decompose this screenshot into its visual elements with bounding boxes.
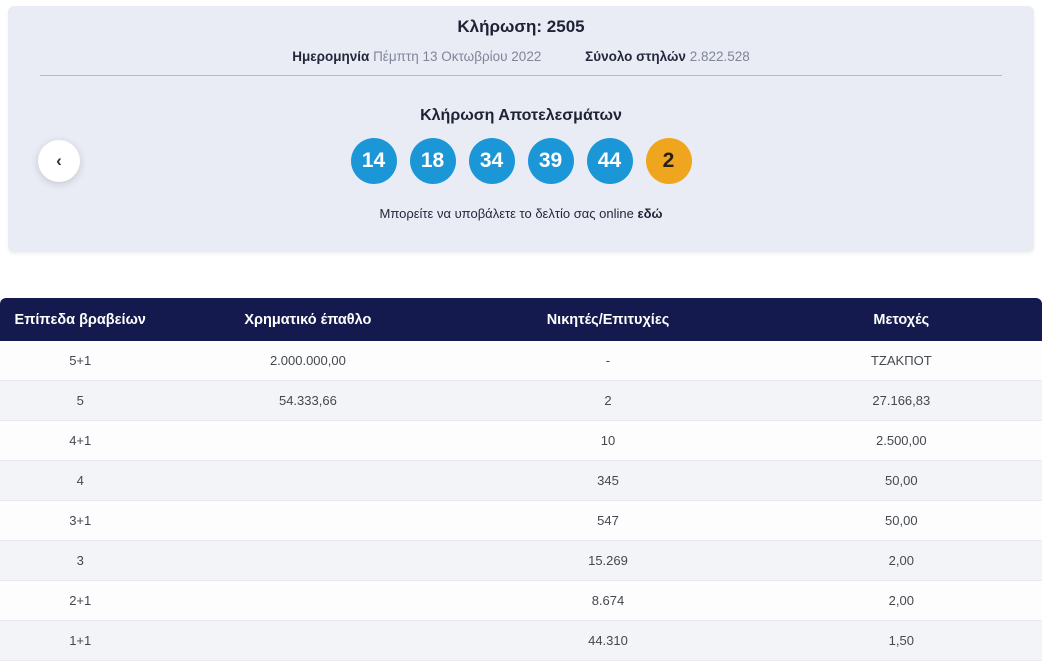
cell-shares: 2,00 [888, 553, 914, 568]
cell-shares: ΤΖΑΚΠΟΤ [870, 353, 932, 368]
carousel-prev-button[interactable]: ‹ [38, 140, 80, 182]
ball-bonus: 2 [645, 138, 692, 184]
cell-winners: 2 [604, 393, 612, 408]
results-title: Κλήρωση Αποτελεσμάτων [420, 107, 622, 124]
cell-winners: 345 [597, 473, 619, 488]
cell-shares: 2,00 [888, 593, 914, 608]
cell-winners: 547 [597, 513, 619, 528]
table-row: 5+1 2.000.000,00 - ΤΖΑΚΠΟΤ [0, 341, 1042, 381]
cell-winners: - [605, 353, 611, 368]
column-header-prize: Χρηματικό έπαθλο [160, 298, 456, 341]
draw-title: Κλήρωση: 2505 [8, 16, 1034, 38]
cell-prize [160, 501, 455, 541]
ball-number-2: 18 [409, 138, 456, 184]
table-row: 5 54.333,66 2 27.166,83 [0, 380, 1042, 421]
cell-level: 3+1 [69, 513, 92, 528]
cell-winners: 15.269 [588, 553, 628, 568]
prizes-table-header: Επίπεδα βραβείων Χρηματικό έπαθλο Νικητέ… [0, 298, 1042, 341]
cell-shares: 2.500,00 [876, 433, 927, 448]
submit-note-link[interactable]: εδώ [637, 206, 662, 221]
cell-shares: 1,50 [888, 633, 914, 648]
cell-shares: 50,00 [885, 473, 918, 488]
total-columns-value: 2.822.528 [689, 49, 750, 64]
table-row: 1+1 44.310 1,50 [0, 620, 1042, 661]
submit-note: Μπορείτε να υποβάλετε το δελτίο σας onli… [8, 206, 1034, 222]
winning-numbers: 14 18 34 39 44 2 [8, 138, 1034, 184]
total-columns-label: Σύνολο στηλών [585, 49, 686, 64]
prizes-table-wrap: Επίπεδα βραβείων Χρηματικό έπαθλο Νικητέ… [0, 298, 1042, 661]
draw-summary-card: Κλήρωση: 2505 Ημερομηνία Πέμπτη 13 Οκτωβ… [8, 6, 1034, 252]
cell-prize: 2.000.000,00 [269, 353, 346, 368]
card-divider [40, 75, 1002, 76]
table-row: 4 345 50,00 [0, 460, 1042, 501]
cell-level: 4 [76, 473, 84, 488]
lottery-results-page: Κλήρωση: 2505 Ημερομηνία Πέμπτη 13 Οκτωβ… [0, 0, 1042, 663]
cell-winners: 10 [600, 433, 616, 448]
table-row: 3+1 547 50,00 [0, 500, 1042, 541]
table-row: 3 15.269 2,00 [0, 540, 1042, 581]
column-header-shares: Μετοχές [760, 298, 1042, 341]
prizes-table-body: 5+1 2.000.000,00 - ΤΖΑΚΠΟΤ 5 54.333,66 2… [0, 341, 1042, 661]
cell-level: 4+1 [69, 433, 92, 448]
cell-prize [160, 581, 455, 621]
table-row: 4+1 10 2.500,00 [0, 420, 1042, 461]
ball-number-5: 44 [586, 138, 633, 184]
cell-prize: 54.333,66 [278, 393, 337, 408]
draw-date-label: Ημερομηνία [292, 49, 370, 64]
ball-number-1: 14 [350, 138, 397, 184]
cell-level: 5 [76, 393, 84, 408]
chevron-left-icon: ‹ [56, 150, 62, 170]
ball-number-3: 34 [468, 138, 515, 184]
cell-level: 2+1 [69, 593, 92, 608]
submit-note-text: Μπορείτε να υποβάλετε το δελτίο σας onli… [379, 206, 634, 221]
cell-winners: 44.310 [588, 633, 628, 648]
draw-number: 2505 [546, 17, 585, 36]
total-columns: Σύνολο στηλών 2.822.528 [585, 48, 750, 66]
cell-prize [160, 461, 455, 501]
table-row: 2+1 8.674 2,00 [0, 580, 1042, 621]
cell-prize [160, 621, 455, 661]
prizes-table: Επίπεδα βραβείων Χρηματικό έπαθλο Νικητέ… [0, 298, 1042, 661]
ball-number-4: 39 [527, 138, 574, 184]
cell-shares: 50,00 [885, 513, 918, 528]
cell-level: 3 [76, 553, 84, 568]
column-header-winners: Νικητές/Επιτυχίες [455, 298, 761, 341]
column-header-levels: Επίπεδα βραβείων [0, 298, 161, 341]
cell-winners: 8.674 [591, 593, 625, 608]
draw-title-label: Κλήρωση: [457, 17, 543, 36]
cell-prize [160, 541, 455, 581]
cell-shares: 27.166,83 [872, 393, 931, 408]
draw-date-value: Πέμπτη 13 Οκτωβρίου 2022 [373, 49, 542, 64]
cell-level: 5+1 [69, 353, 92, 368]
header-row: Επίπεδα βραβείων Χρηματικό έπαθλο Νικητέ… [0, 298, 1042, 341]
draw-date: Ημερομηνία Πέμπτη 13 Οκτωβρίου 2022 [292, 48, 541, 66]
cell-prize [160, 421, 455, 461]
draw-meta: Ημερομηνία Πέμπτη 13 Οκτωβρίου 2022 Σύνο… [8, 48, 1034, 66]
cell-level: 1+1 [69, 633, 92, 648]
